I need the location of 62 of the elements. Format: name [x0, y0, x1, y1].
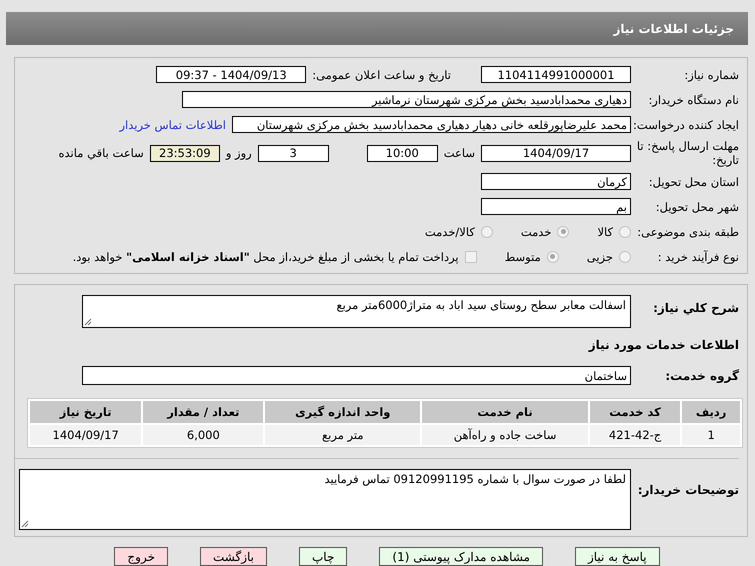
- contact-link[interactable]: اطلاعات تماس خریدار: [119, 118, 226, 132]
- field-label: نام دستگاه خریدار:: [647, 92, 739, 106]
- remaining-time-field: 23:53:09: [150, 144, 220, 162]
- action-button[interactable]: مشاهده مدارک پیوستی (1): [379, 547, 543, 566]
- radio-label: کالا/خدمت: [424, 224, 475, 238]
- radio-label: جزیی: [586, 250, 613, 264]
- action-button[interactable]: خروج: [114, 547, 168, 566]
- action-button[interactable]: بازگشت: [200, 547, 267, 566]
- radio-button[interactable]: [619, 250, 631, 262]
- time-field[interactable]: 10:00: [366, 144, 438, 162]
- table-cell: 6,000: [143, 425, 264, 445]
- days-label: روز و: [226, 146, 252, 160]
- field-label: توضیحات خریدار:: [636, 483, 739, 497]
- resize-grip-icon[interactable]: [84, 318, 92, 326]
- days-field[interactable]: 3: [258, 144, 329, 162]
- column-header: تعداد / مقدار: [143, 401, 264, 423]
- remaining-label: ساعت باقي مانده: [58, 146, 144, 160]
- field-label: طبقه بندی موضوعی:: [636, 224, 739, 238]
- table-cell: ساخت جاده و راه‌آهن: [422, 425, 588, 445]
- radio-label: کالا: [597, 224, 613, 238]
- field-label: ایجاد کننده درخواست:: [632, 118, 739, 132]
- column-header: نام خدمت: [422, 401, 588, 423]
- action-button[interactable]: چاپ: [299, 547, 348, 566]
- field-label: استان محل تحویل:: [648, 174, 739, 188]
- need-number-field[interactable]: 1104114991000001: [481, 66, 631, 83]
- field-label: تاریخ و ساعت اعلان عمومی:: [312, 68, 451, 82]
- field-label: شرح کلي نياز:: [652, 301, 739, 315]
- radio-button[interactable]: [480, 226, 493, 238]
- city-field[interactable]: بم: [481, 198, 631, 215]
- table-cell: متر مربع: [265, 425, 420, 445]
- service-group-field[interactable]: ساختمان: [82, 366, 631, 385]
- action-button[interactable]: پاسخ به نیاز: [574, 547, 660, 566]
- province-field[interactable]: کرمان: [481, 173, 631, 190]
- field-label: گروه خدمت:: [664, 368, 739, 382]
- radio-label: متوسط: [504, 250, 541, 264]
- resize-grip-icon[interactable]: [21, 520, 29, 528]
- page-title: جزئیات اطلاعات نیاز: [613, 22, 734, 36]
- checkbox[interactable]: [464, 250, 477, 262]
- table-cell: 1: [682, 425, 740, 445]
- field-label: مهلت ارسال پاسخ: تا تاریخ:: [636, 139, 739, 167]
- column-header: تاریخ نیاز: [30, 401, 142, 423]
- notes-field[interactable]: لطفا در صورت سوال با شماره 09120991195 تماس فرمایید: [19, 469, 631, 530]
- table-cell: 1404/09/17: [30, 425, 142, 445]
- radio-label: خدمت: [520, 224, 552, 238]
- payment-note: پرداخت تمام یا بخشی از مبلغ خرید،از محل "اسناد خزانه اسلامی" خواهد بود.: [72, 250, 459, 264]
- announce-date-field[interactable]: 1404/09/13 - 09:37: [156, 66, 306, 83]
- radio-button[interactable]: [546, 250, 559, 262]
- column-header: ردیف: [682, 401, 740, 423]
- creator-field[interactable]: محمد علیرضاپورقلعه خانی دهیار دهیاری محمدابادسید بخش مرکزی شهرستان: [232, 116, 631, 133]
- section-heading: اطلاعات خدمات مورد نیاز: [588, 338, 739, 352]
- table-cell: ج-42-421: [590, 425, 680, 445]
- time-label: ساعت: [444, 146, 475, 160]
- field-label: شهر محل تحویل:: [654, 200, 739, 214]
- field-label: شماره نیاز:: [683, 68, 739, 82]
- column-header: کد خدمت: [590, 401, 680, 423]
- field-label: نوع فرآیند خرید :: [656, 250, 739, 264]
- column-header: واحد اندازه گیری: [265, 401, 420, 423]
- description-field[interactable]: اسفالت معابر سطح روستای سید اباد به متراژ6000متر مربع: [82, 295, 631, 328]
- deadline-date-field[interactable]: 1404/09/17: [481, 144, 631, 162]
- radio-button[interactable]: [557, 226, 570, 238]
- radio-button[interactable]: [619, 226, 631, 238]
- buyer-field[interactable]: دهیاری محمدابادسید بخش مرکزی شهرستان نرماشیر: [182, 91, 631, 108]
